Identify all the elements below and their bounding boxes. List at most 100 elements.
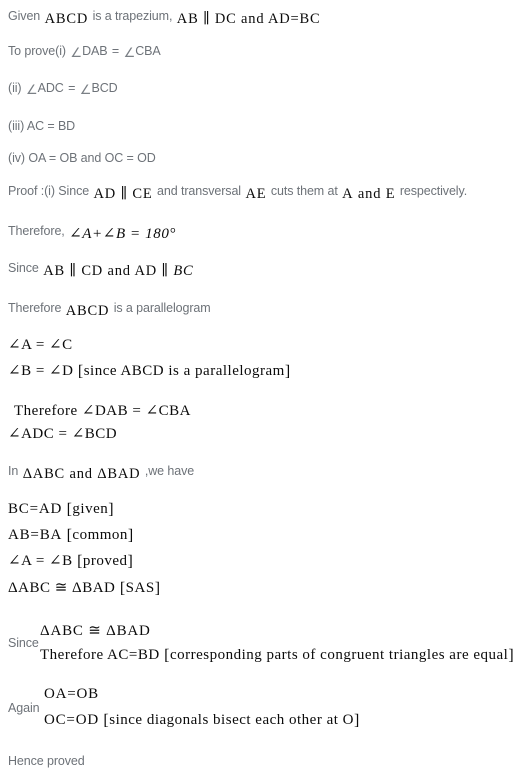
- proof-i-math-ae: AE: [245, 186, 267, 202]
- to-prove-i-label: To prove(i): [8, 44, 66, 58]
- hence-proved-line: Hence proved: [8, 753, 85, 769]
- to-prove-i-name2: CBA: [135, 44, 161, 58]
- therefore-parallelogram-line: Therefore ABCD is a parallelogram: [8, 300, 211, 319]
- angle-icon: ∠: [70, 46, 83, 61]
- angle-b-d-line: ∠B = ∠D [since ABCD is a parallelogram]: [8, 363, 291, 380]
- therefore-180-line: Therefore, ∠A+∠B = 180°: [8, 223, 177, 242]
- angle-icon: ∠: [123, 46, 136, 61]
- since-congruent-label-wrap: Since: [8, 634, 39, 652]
- congruent-sas-math: ΔABC ≅ ΔBAD: [8, 580, 116, 596]
- to-prove-ii-label: (ii): [8, 81, 22, 95]
- again-label: Again: [8, 701, 40, 715]
- to-prove-i-equals: =: [111, 44, 120, 58]
- proof-i-mid3: and: [357, 186, 382, 202]
- since-congruent-math-top-text: ΔABC ≅ ΔBAD: [40, 623, 151, 639]
- since-parallel-line: Since AB ∥ CD and AD ∥ BC: [8, 260, 194, 279]
- since-congruent-math-bottom-text: Therefore AC=BD: [40, 647, 160, 663]
- bc-ad-bracket-text: given: [72, 501, 109, 517]
- therefore-pgram-tail: is a parallelogram: [113, 301, 211, 315]
- angle-a-b-bracket-text: proved: [82, 553, 128, 569]
- bracket-close: ]: [108, 501, 115, 518]
- proof-i-label: Proof :(i) Since: [8, 184, 90, 198]
- therefore-pgram-math: ABCD: [65, 303, 110, 319]
- therefore-180-math: ∠A+∠B = 180°: [69, 226, 177, 242]
- angle-a-c-line: ∠A = ∠C: [8, 337, 73, 353]
- congruent-sas-bracket-text: SAS: [125, 580, 155, 596]
- therefore-dab-math: Therefore ∠DAB = ∠CBA: [14, 403, 191, 419]
- to-prove-i-name1: DAB: [82, 44, 108, 58]
- since-congruent-label: Since: [8, 636, 39, 650]
- hence-proved-label: Hence proved: [8, 754, 85, 768]
- ab-ba-line: AB=BA [common]: [8, 527, 134, 544]
- bracket-close: ]: [127, 527, 134, 544]
- since-congruent-math-top: ΔABC ≅ ΔBAD: [40, 621, 151, 640]
- proof-i-mid1: and transversal: [157, 184, 241, 198]
- therefore-180-label: Therefore,: [8, 224, 65, 238]
- bracket-open: [: [66, 501, 73, 518]
- again-bracket-text: since diagonals bisect each other at O: [109, 712, 354, 728]
- angle-icon: ∠: [25, 83, 38, 98]
- bracket-close: ]: [127, 553, 134, 570]
- bracket-open: [: [77, 363, 84, 380]
- since-congruent-math-bottom: Therefore AC=BD [corresponding parts of …: [40, 646, 514, 664]
- angle-a-c-math: ∠A = ∠C: [8, 337, 73, 353]
- in-triangles-math2: ΔBAD: [97, 466, 141, 482]
- proof-i-tail: respectively.: [399, 184, 468, 198]
- in-triangles-mid: and: [69, 466, 93, 482]
- proof-document: Given ABCD is a trapezium, AB ∥ DC and A…: [0, 0, 515, 770]
- given-math-conditions: AB ∥ DC and AD=BC: [176, 11, 321, 27]
- proof-i-math-e: E: [385, 186, 396, 202]
- since-congruent-bracket-text: corresponding parts of congruent triangl…: [169, 647, 509, 663]
- to-prove-ii-equals: =: [68, 81, 76, 95]
- therefore-pgram-label: Therefore: [8, 301, 62, 315]
- angle-b-d-math: ∠B = ∠D: [8, 363, 74, 379]
- to-prove-i-line: To prove(i) ∠DAB = ∠CBA: [8, 43, 161, 61]
- bracket-close: ]: [284, 363, 291, 380]
- in-triangles-tail: ,we have: [144, 464, 195, 478]
- angle-adc-bcd-line: ∠ADC = ∠BCD: [8, 426, 117, 442]
- ab-ba-bracket-text: common: [72, 527, 128, 543]
- to-prove-iii-line: (iii) AC = BD: [8, 118, 75, 134]
- congruent-sas-line: ΔABC ≅ ΔBAD [SAS]: [8, 580, 161, 597]
- bracket-open: [: [164, 647, 170, 664]
- therefore-dab-line: Therefore ∠DAB = ∠CBA: [14, 403, 191, 419]
- to-prove-ii-name2: BCD: [91, 81, 118, 95]
- angle-b-d-bracket-text: since ABCD is a parallelogram: [83, 363, 285, 379]
- bracket-open: [: [77, 553, 83, 570]
- since-parallel-label: Since: [8, 261, 39, 275]
- proof-i-line: Proof :(i) Since AD ∥ CE and transversal…: [8, 183, 468, 202]
- to-prove-ii-line: (ii) ∠ADC = ∠BCD: [8, 80, 118, 98]
- proof-i-math-ad-ce: AD ∥ CE: [93, 186, 153, 202]
- given-math-abcd: ABCD: [44, 11, 89, 27]
- again-math-top-text: OA=OB: [44, 686, 99, 702]
- again-math-bottom: OC=OD [since diagonals bisect each other…: [44, 711, 360, 729]
- in-triangles-label: In: [8, 464, 19, 478]
- bracket-open: [: [103, 712, 110, 729]
- bc-ad-line: BC=AD [given]: [8, 501, 115, 518]
- to-prove-ii-name1: ADC: [37, 81, 64, 95]
- proof-i-mid2: cuts them at: [270, 184, 338, 198]
- ab-ba-math: AB=BA: [8, 527, 63, 543]
- bracket-close: ]: [154, 580, 161, 597]
- to-prove-iv-line: (iv) OA = OB and OC = OD: [8, 150, 156, 166]
- since-parallel-math-italic: BC: [173, 263, 194, 279]
- proof-i-math-a: A: [342, 186, 354, 202]
- bracket-open: [: [119, 580, 126, 597]
- angle-a-b-line: ∠A = ∠B [proved]: [8, 553, 134, 570]
- to-prove-iv-label: (iv) OA = OB and OC = OD: [8, 151, 156, 165]
- in-triangles-math1: ΔABC: [22, 466, 66, 482]
- angle-a-b-math: ∠A = ∠B: [8, 553, 73, 569]
- bracket-close: ]: [354, 712, 360, 729]
- again-math-top: OA=OB: [44, 685, 99, 703]
- again-math-bottom-text: OC=OD: [44, 712, 99, 728]
- in-triangles-line: In ΔABC and ΔBAD ,we have: [8, 463, 195, 482]
- given-line: Given ABCD is a trapezium, AB ∥ DC and A…: [8, 8, 321, 27]
- given-mid-text: is a trapezium,: [92, 9, 173, 23]
- since-parallel-math: AB ∥ CD and AD ∥: [43, 263, 174, 279]
- to-prove-iii-label: (iii) AC = BD: [8, 119, 76, 133]
- bracket-open: [: [66, 527, 73, 544]
- angle-adc-bcd-math: ∠ADC = ∠BCD: [8, 426, 118, 442]
- bc-ad-math: BC=AD: [8, 501, 63, 517]
- again-label-wrap: Again: [8, 699, 40, 717]
- given-label: Given: [8, 9, 41, 23]
